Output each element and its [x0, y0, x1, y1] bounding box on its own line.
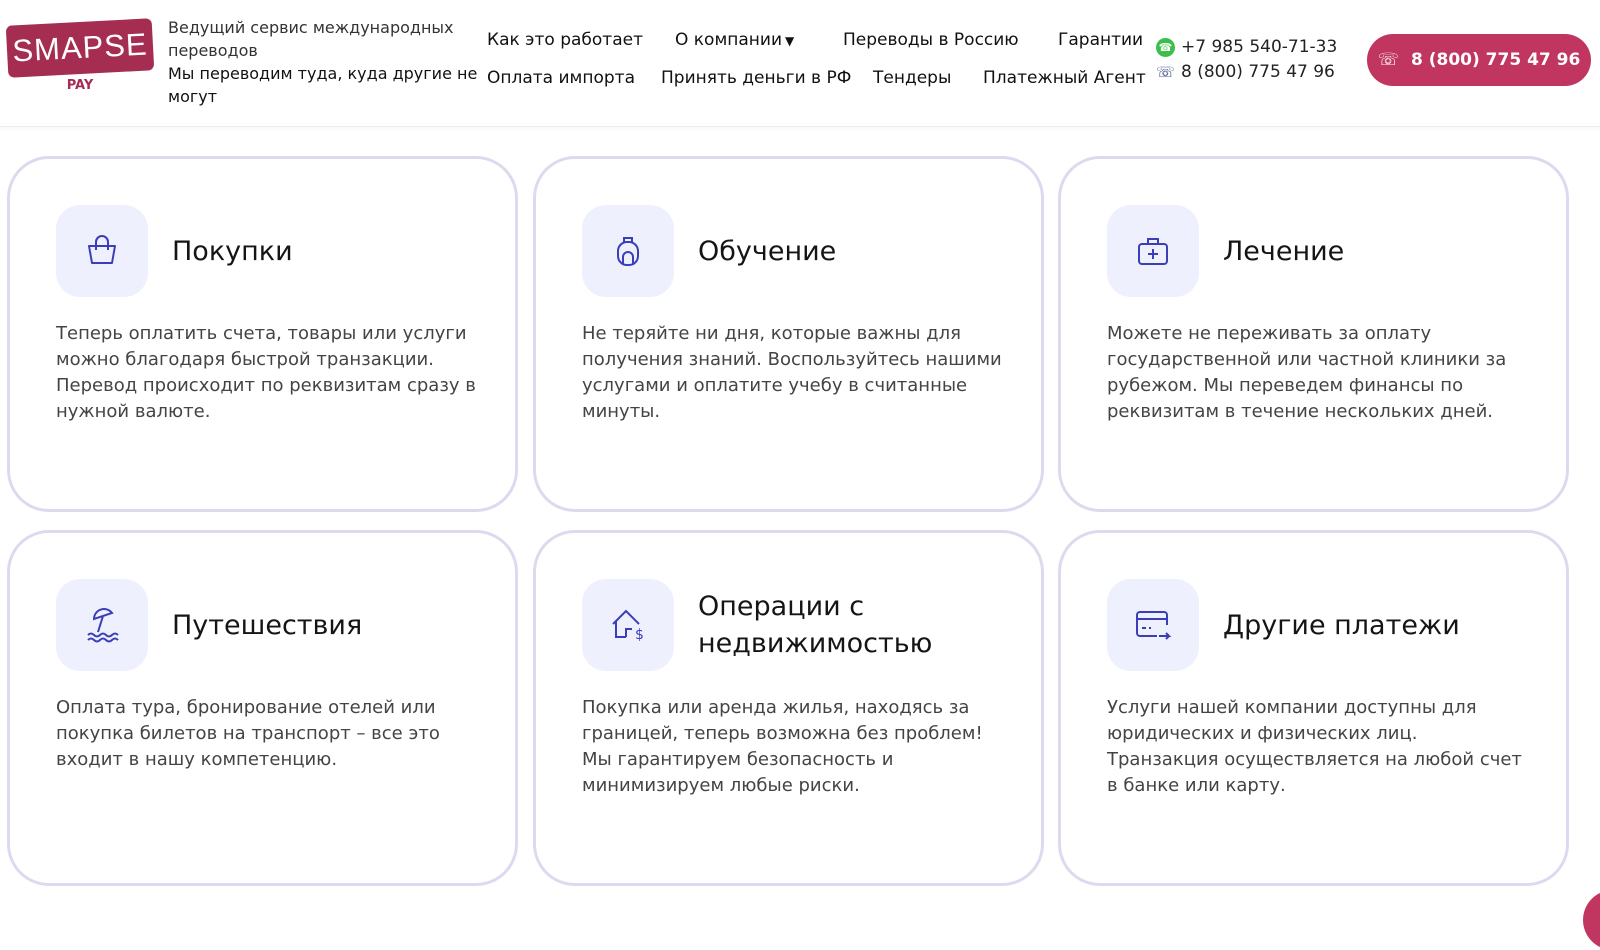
logo-mark: SMAPSE	[5, 18, 155, 78]
nav-about[interactable]: О компании ▼	[675, 30, 794, 50]
card-text: Оплата тура, бронирование отелей или пок…	[56, 697, 440, 770]
slogan: Мы переводим туда, куда другие не могут	[168, 64, 478, 106]
nav-transfers-russia[interactable]: Переводы в Россию	[843, 30, 1019, 50]
backpack-icon	[582, 205, 674, 297]
card-education[interactable]: Обучение Не теряйте ни дня, которые важн…	[533, 156, 1044, 512]
card-text: Услуги нашей компании доступны для юриди…	[1107, 697, 1522, 796]
tagline-block: Ведущий сервис международных переводов М…	[168, 16, 478, 108]
card-travel[interactable]: Путешествия Оплата тура, бронирование от…	[7, 530, 518, 886]
tagline: Ведущий сервис международных переводов	[168, 18, 454, 60]
card-text: Теперь оплатить счета, товары или услуги…	[56, 323, 476, 422]
nav-about-label: О компании	[675, 30, 783, 50]
phone-icon: ☏	[1156, 63, 1175, 81]
card-transfer-icon	[1107, 579, 1199, 671]
card-title: Операции с недвижимостью	[698, 591, 933, 659]
svg-text:$: $	[635, 627, 644, 643]
card-title: Покупки	[172, 235, 293, 267]
call-button[interactable]: ☏ 8 (800) 775 47 96	[1367, 34, 1591, 86]
whatsapp-number[interactable]: +7 985 540-71-33	[1181, 35, 1337, 60]
card-other-payments[interactable]: Другие платежи Услуги нашей компании дос…	[1058, 530, 1569, 886]
phone-icon: ☏	[1377, 50, 1399, 70]
card-text: Можете не переживать за оплату государст…	[1107, 323, 1507, 422]
card-treatment[interactable]: Лечение Можете не переживать за оплату г…	[1058, 156, 1569, 512]
nav-import-payment[interactable]: Оплата импорта	[487, 68, 635, 88]
card-title: Путешествия	[172, 609, 363, 641]
nav-how-it-works[interactable]: Как это работает	[487, 30, 643, 50]
whatsapp-icon: ☎	[1156, 38, 1175, 57]
logo-sub: PAY	[66, 78, 94, 93]
nav-tenders[interactable]: Тендеры	[873, 68, 951, 88]
nav-receive-money[interactable]: Принять деньги в РФ	[661, 68, 851, 88]
shopping-bag-icon	[56, 205, 148, 297]
medical-kit-icon	[1107, 205, 1199, 297]
call-button-label: 8 (800) 775 47 96	[1410, 50, 1581, 70]
card-title: Обучение	[698, 235, 837, 267]
card-text: Покупка или аренда жилья, находясь за гр…	[582, 697, 983, 796]
nav-guarantees[interactable]: Гарантии	[1058, 30, 1143, 50]
beach-umbrella-icon	[56, 579, 148, 671]
card-title: Лечение	[1223, 235, 1345, 267]
logo[interactable]: SMAPSE PAY	[5, 18, 155, 98]
nav-payment-agent[interactable]: Платежный Агент	[983, 68, 1146, 88]
card-purchases[interactable]: Покупки Теперь оплатить счета, товары ил…	[7, 156, 518, 512]
chevron-down-icon: ▼	[785, 34, 795, 48]
header: SMAPSE PAY Ведущий сервис международных …	[0, 0, 1600, 127]
card-title: Другие платежи	[1223, 609, 1460, 641]
card-real-estate[interactable]: $ Операции с недвижимостью Покупка или а…	[533, 530, 1044, 886]
house-dollar-icon: $	[582, 579, 674, 671]
contacts: ☎ +7 985 540-71-33 ☏ 8 (800) 775 47 96	[1156, 35, 1337, 85]
phone-number[interactable]: 8 (800) 775 47 96	[1181, 60, 1335, 85]
card-text: Не теряйте ни дня, которые важны для пол…	[582, 323, 1002, 422]
chat-widget-button[interactable]	[1583, 890, 1600, 950]
